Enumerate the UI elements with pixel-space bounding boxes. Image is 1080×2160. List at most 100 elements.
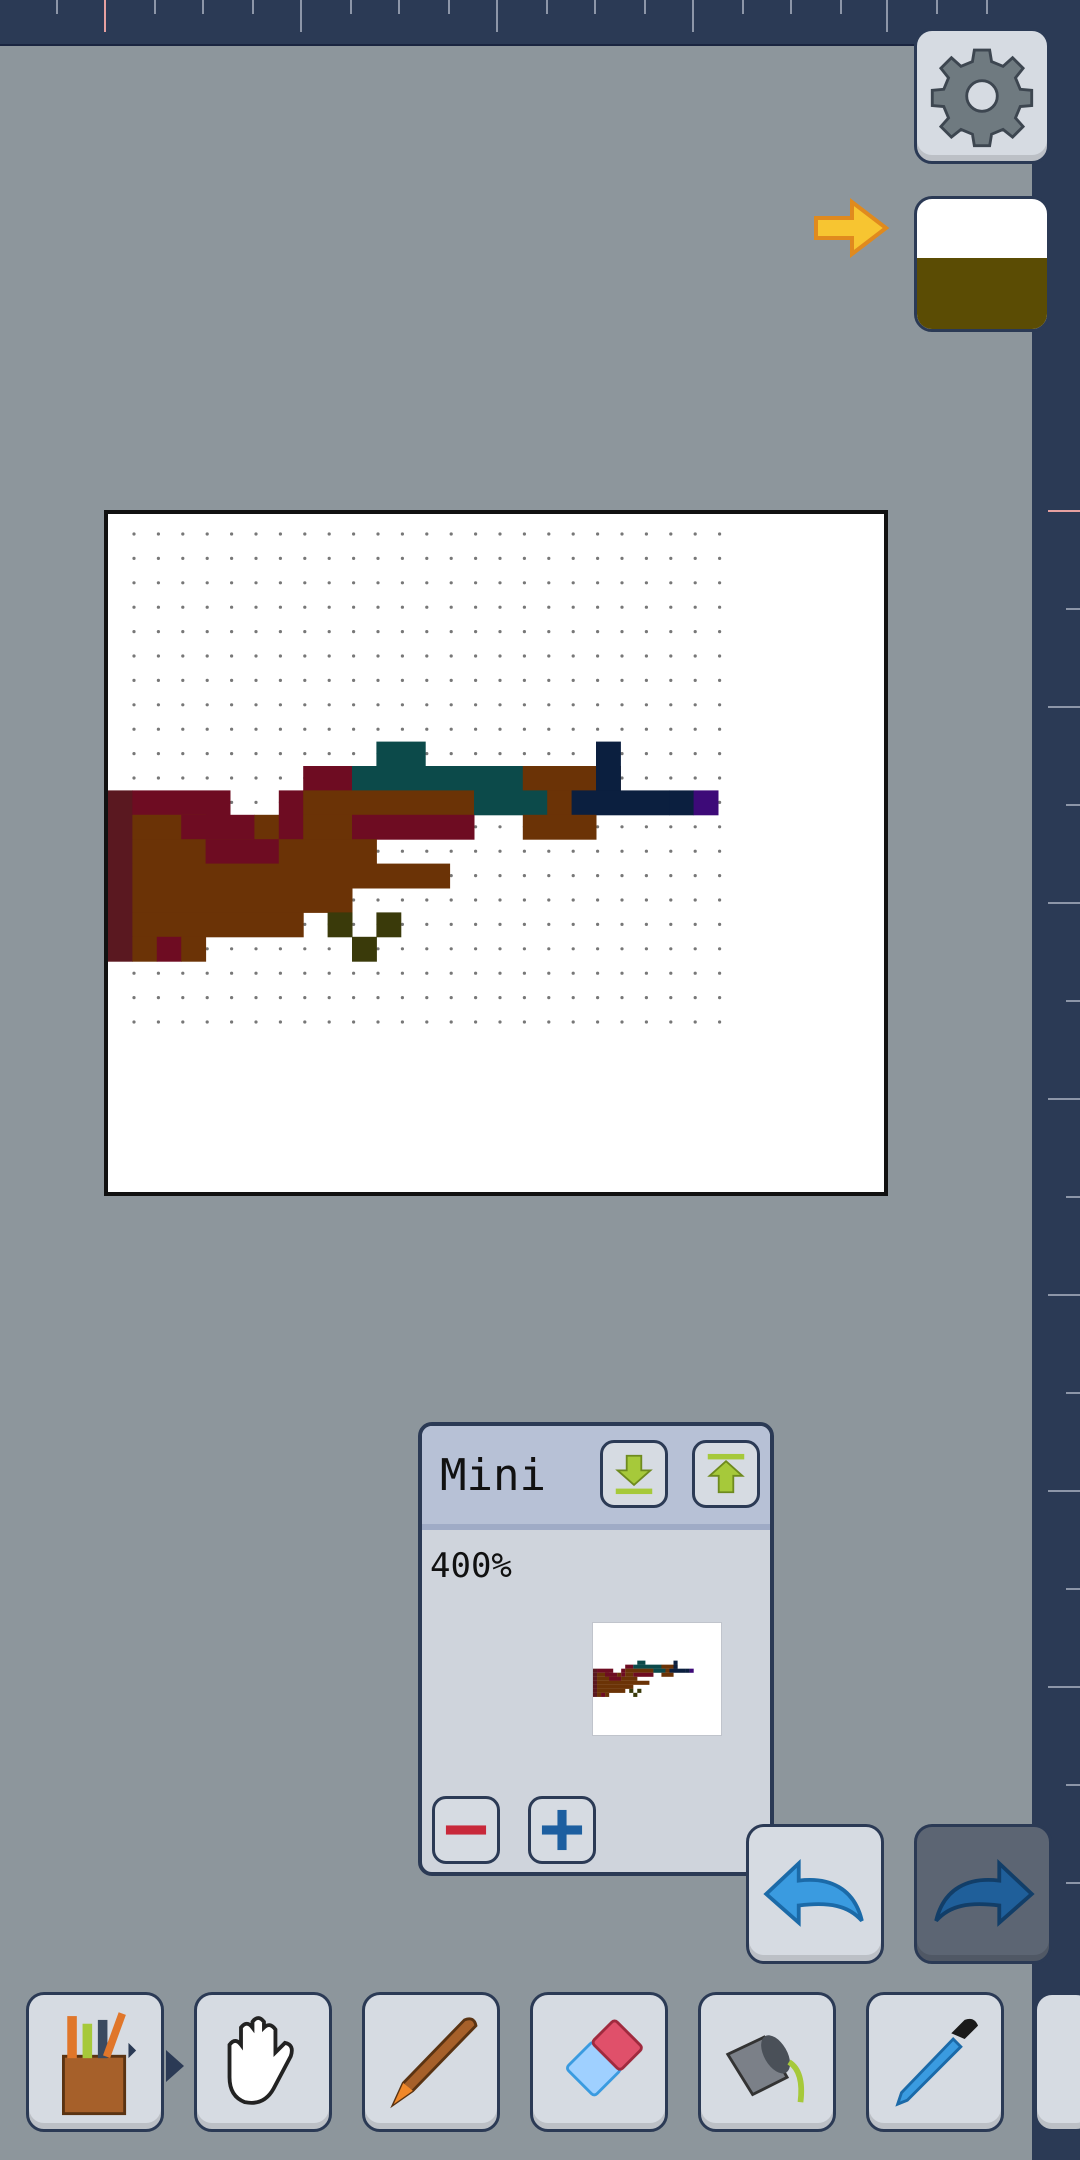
- pixel-block: [596, 766, 621, 791]
- pixel-block: [593, 1692, 598, 1697]
- pixel-block: [601, 1692, 606, 1697]
- pixel-block: [327, 912, 353, 938]
- pixel-block: [278, 839, 377, 865]
- pixel-block: [673, 1660, 678, 1665]
- pixel-block: [132, 863, 451, 889]
- pixel-block: [278, 814, 304, 840]
- pixel-block: [352, 936, 377, 962]
- pixel-block: [625, 1664, 634, 1669]
- pixel-block: [669, 1668, 686, 1673]
- pixel-block: [303, 790, 475, 816]
- upload-icon: [707, 1453, 745, 1494]
- pixel-block: [593, 1672, 598, 1677]
- pixel-block: [108, 814, 133, 840]
- dock-down-button[interactable]: [600, 1440, 668, 1508]
- pixel-block: [633, 1664, 662, 1669]
- pixel-block: [596, 741, 621, 767]
- pixel-block: [629, 1688, 634, 1693]
- brush-tool-button[interactable]: [362, 1992, 500, 2132]
- pixel-block: [108, 888, 133, 913]
- pixel-block: [108, 839, 133, 865]
- pixel-block: [254, 814, 280, 840]
- dock-up-button[interactable]: [692, 1440, 760, 1508]
- pixel-block: [637, 1660, 646, 1665]
- eraser-tool-button[interactable]: [530, 1992, 668, 2132]
- pixel-block: [605, 1692, 610, 1697]
- top-ruler: [0, 0, 1032, 46]
- pixel-block: [597, 1684, 634, 1689]
- pixel-block: [621, 1668, 626, 1673]
- undo-icon: [763, 1858, 864, 1927]
- pixel-block: [522, 814, 597, 840]
- pixel-block: [665, 1668, 670, 1673]
- paint-bucket-icon: [725, 2035, 805, 2103]
- hand-tool-button[interactable]: [194, 1992, 332, 2132]
- pixel-block: [653, 1668, 666, 1673]
- pixel-block: [689, 1668, 694, 1673]
- pixel-block: [609, 1676, 618, 1681]
- palette-bucket-icon: [62, 2012, 137, 2116]
- pixel-block: [132, 936, 158, 962]
- pixel-block: [661, 1672, 674, 1677]
- eyedropper-tool-button[interactable]: [866, 1992, 1004, 2132]
- pixel-block: [205, 839, 255, 865]
- zoom-level: 400%: [430, 1546, 512, 1586]
- pixel-block: [625, 1668, 654, 1673]
- zoom-out-button[interactable]: [432, 1796, 500, 1864]
- pixel-block: [108, 863, 133, 889]
- pixel-block: [352, 814, 475, 840]
- pixel-block: [685, 1668, 690, 1673]
- pixel-block: [693, 790, 719, 816]
- pixel-block: [181, 936, 207, 962]
- pixel-block: [605, 1672, 618, 1677]
- arrow-right-icon: [814, 197, 890, 259]
- gear-icon: [930, 48, 1034, 148]
- pixel-art-rifle: [108, 532, 722, 1024]
- fill-tool-button[interactable]: [698, 1992, 836, 2132]
- pixel-block: [617, 1676, 622, 1681]
- redo-icon: [934, 1858, 1035, 1927]
- drawing-canvas[interactable]: [104, 510, 888, 1196]
- pixel-block: [593, 1688, 598, 1693]
- pixel-block: [669, 790, 695, 816]
- more-tools-button[interactable]: [1034, 1992, 1080, 2132]
- pixel-block: [593, 1676, 598, 1681]
- pixel-block: [597, 1688, 626, 1693]
- pixel-block: [303, 814, 353, 840]
- eyedropper-icon: [895, 2018, 979, 2107]
- minus-icon: [445, 1825, 487, 1835]
- pixel-block: [254, 839, 280, 865]
- undo-button[interactable]: [746, 1824, 884, 1964]
- pixel-block: [132, 912, 304, 938]
- pixel-block: [571, 790, 670, 816]
- pixel-block: [132, 790, 231, 816]
- mini-thumbnail: [592, 1622, 722, 1736]
- eraser-icon: [566, 2019, 643, 2097]
- pixel-block: [303, 766, 353, 791]
- pixel-block: [132, 888, 353, 913]
- pixel-block: [474, 790, 548, 816]
- pixel-block: [633, 1692, 638, 1697]
- pixel-block: [376, 741, 426, 767]
- current-color-swatch[interactable]: [914, 196, 1050, 332]
- pixel-block: [376, 912, 402, 938]
- pixel-block: [593, 1668, 598, 1673]
- pixel-block: [617, 1672, 622, 1677]
- pixel-block: [156, 936, 182, 962]
- zoom-in-button[interactable]: [528, 1796, 596, 1864]
- pixel-block: [181, 814, 255, 840]
- color-fill: [917, 257, 1047, 329]
- palette-tool-button[interactable]: [26, 1992, 164, 2132]
- redo-button[interactable]: [914, 1824, 1052, 1964]
- mini-preview-panel[interactable]: Mini 400%: [418, 1422, 774, 1876]
- pixel-block: [108, 790, 133, 816]
- pixel-block: [625, 1672, 634, 1677]
- settings-button[interactable]: [914, 28, 1050, 164]
- pixel-block: [673, 1664, 678, 1669]
- pixel-block: [352, 766, 524, 791]
- panel-title: Mini: [440, 1450, 546, 1501]
- pixel-block: [597, 1692, 602, 1697]
- palette-expand-arrow[interactable]: [166, 2050, 184, 2082]
- pixel-block: [593, 1680, 598, 1685]
- download-icon: [615, 1454, 653, 1495]
